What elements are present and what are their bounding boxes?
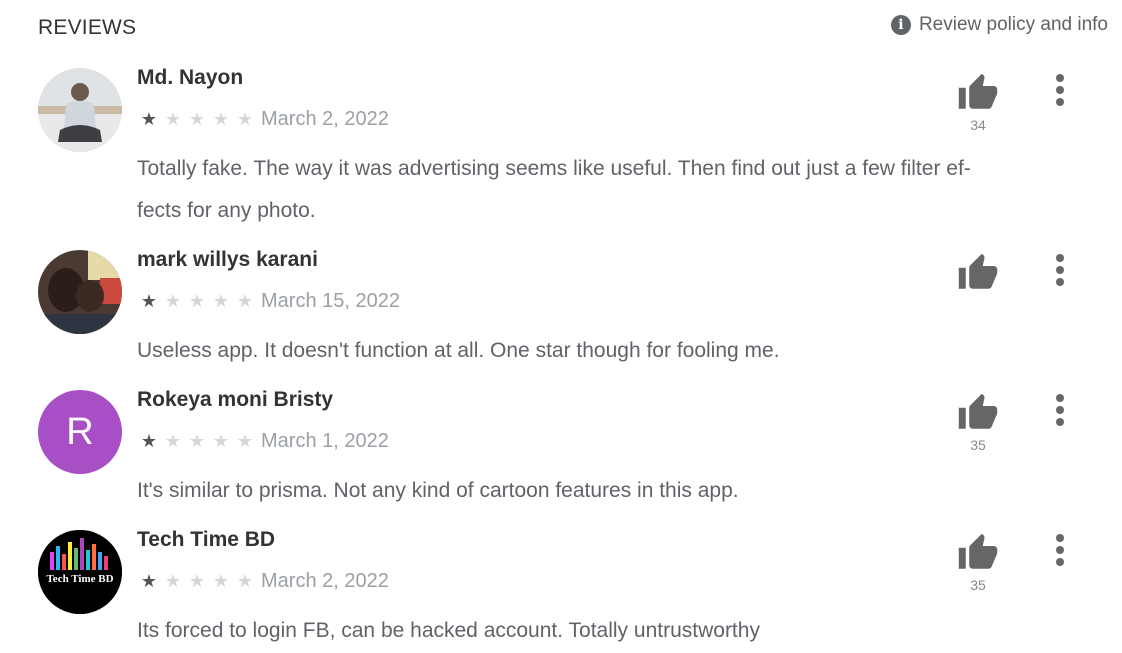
star-empty-icon: ★ bbox=[212, 431, 230, 451]
star-empty-icon: ★ bbox=[212, 571, 230, 591]
star-filled-icon: ★ bbox=[140, 291, 158, 311]
info-icon: i bbox=[890, 15, 911, 35]
review-text: Totally fake. The way it was advertising… bbox=[137, 157, 971, 222]
more-vert-icon bbox=[1056, 394, 1064, 402]
review-date: March 2, 2022 bbox=[261, 108, 389, 130]
star-rating: ★ ★ ★ ★ ★ March 1, 2022 bbox=[137, 430, 389, 453]
star-empty-icon: ★ bbox=[188, 109, 206, 129]
reviews-heading: REVIEWS bbox=[38, 16, 137, 39]
star-empty-icon: ★ bbox=[164, 109, 182, 129]
star-empty-icon: ★ bbox=[236, 109, 254, 129]
avatar bbox=[38, 250, 122, 334]
reviewer-name: Md. Nayon bbox=[137, 66, 244, 89]
helpful-button[interactable]: 34 bbox=[955, 72, 1001, 133]
avatar bbox=[38, 68, 122, 152]
reviewer-name: mark willys karani bbox=[137, 248, 318, 271]
star-empty-icon: ★ bbox=[236, 291, 254, 311]
star-empty-icon: ★ bbox=[212, 291, 230, 311]
more-vert-icon bbox=[1056, 534, 1064, 542]
star-filled-icon: ★ bbox=[140, 431, 158, 451]
helpful-button[interactable]: 35 bbox=[955, 532, 1001, 593]
star-empty-icon: ★ bbox=[164, 431, 182, 451]
avatar: Tech Time BD bbox=[38, 530, 122, 614]
reviewer-name: Tech Time BD bbox=[137, 528, 276, 551]
star-rating: ★ ★ ★ ★ ★ March 2, 2022 bbox=[137, 570, 389, 593]
star-filled-icon: ★ bbox=[140, 109, 158, 129]
thumbs-up-icon bbox=[958, 73, 998, 109]
star-empty-icon: ★ bbox=[212, 109, 230, 129]
more-options-button[interactable] bbox=[1046, 392, 1074, 428]
review-text: Its forced to login FB, can be hacked ac… bbox=[137, 619, 760, 642]
thumbs-up-icon bbox=[958, 393, 998, 429]
review-date: March 15, 2022 bbox=[261, 290, 400, 312]
review-date: March 2, 2022 bbox=[261, 570, 389, 592]
star-empty-icon: ★ bbox=[164, 291, 182, 311]
star-empty-icon: ★ bbox=[164, 571, 182, 591]
avatar: R bbox=[38, 390, 122, 474]
helpful-button[interactable] bbox=[955, 252, 1001, 297]
thumbs-up-icon bbox=[958, 253, 998, 289]
review-date: March 1, 2022 bbox=[261, 430, 389, 452]
avatar-logo-text: Tech Time BD bbox=[46, 573, 113, 585]
star-empty-icon: ★ bbox=[188, 571, 206, 591]
helpful-count: 35 bbox=[970, 437, 986, 453]
more-vert-icon bbox=[1056, 254, 1064, 262]
star-rating: ★ ★ ★ ★ ★ March 15, 2022 bbox=[137, 290, 400, 313]
star-empty-icon: ★ bbox=[188, 431, 206, 451]
star-rating: ★ ★ ★ ★ ★ March 2, 2022 bbox=[137, 108, 389, 131]
helpful-count: 34 bbox=[970, 117, 986, 133]
helpful-button[interactable]: 35 bbox=[955, 392, 1001, 453]
star-empty-icon: ★ bbox=[188, 291, 206, 311]
avatar-letter: R bbox=[66, 410, 94, 453]
reviewer-name: Rokeya moni Bristy bbox=[137, 388, 334, 411]
review-policy-link[interactable]: i Review policy and info bbox=[890, 14, 1108, 36]
star-empty-icon: ★ bbox=[236, 571, 254, 591]
more-options-button[interactable] bbox=[1046, 532, 1074, 568]
review-policy-label: Review policy and info bbox=[918, 14, 1108, 35]
helpful-count: 35 bbox=[970, 577, 986, 593]
star-empty-icon: ★ bbox=[236, 431, 254, 451]
review-text: Useless app. It doesn't function at all.… bbox=[137, 339, 780, 362]
star-filled-icon: ★ bbox=[140, 571, 158, 591]
more-vert-icon bbox=[1056, 74, 1064, 82]
thumbs-up-icon bbox=[958, 533, 998, 569]
more-options-button[interactable] bbox=[1046, 252, 1074, 288]
review-text: It's similar to prisma. Not any kind of … bbox=[137, 479, 739, 502]
more-options-button[interactable] bbox=[1046, 72, 1074, 108]
